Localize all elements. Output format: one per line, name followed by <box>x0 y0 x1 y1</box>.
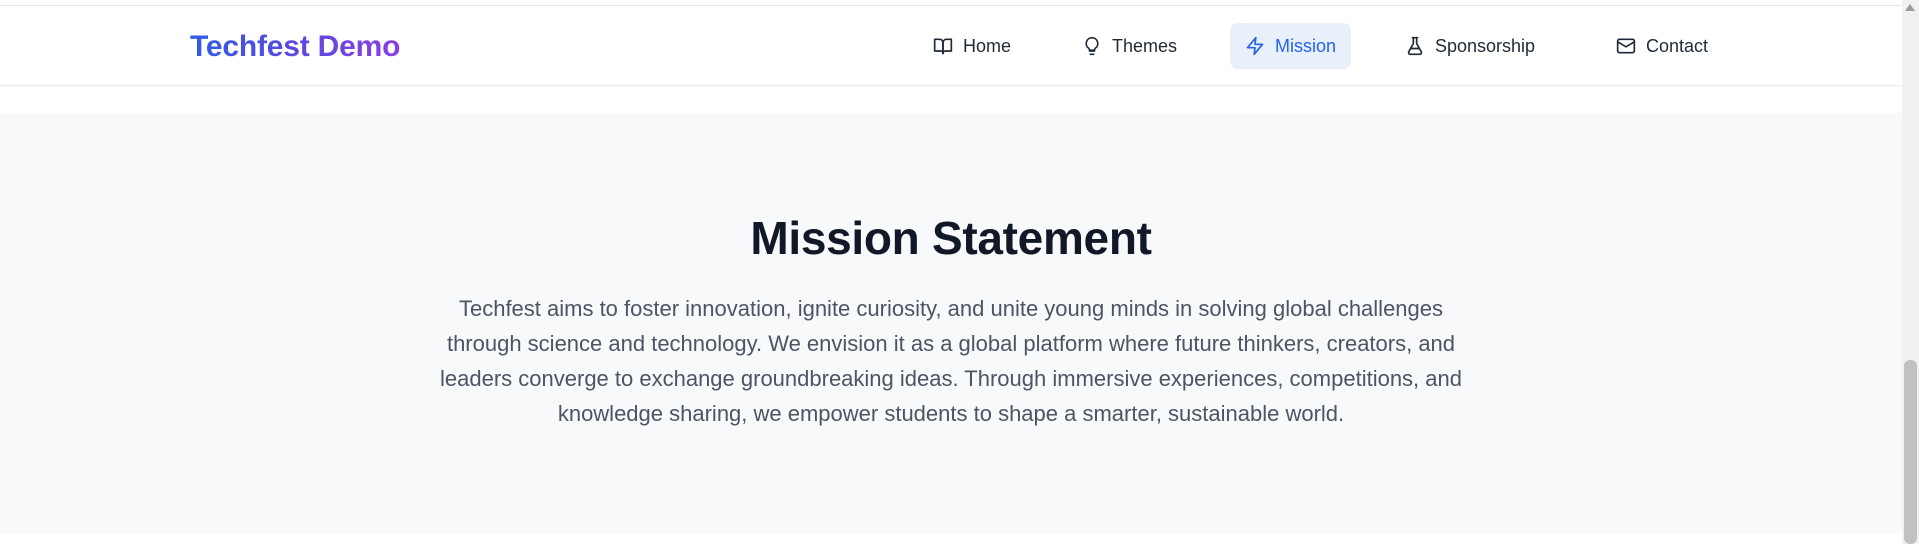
nav-item-label: Sponsorship <box>1435 35 1536 56</box>
nav-item-label: Home <box>963 35 1012 56</box>
zap-icon <box>1245 36 1265 56</box>
page: Techfest Demo Home Themes Mission Sponso… <box>0 0 1919 544</box>
nav-item-home[interactable]: Home <box>918 23 1026 69</box>
nav-item-label: Themes <box>1112 35 1178 56</box>
scrollbar-thumb[interactable] <box>1904 360 1917 544</box>
mission-section: Mission Statement Techfest aims to foste… <box>0 113 1902 533</box>
mail-icon <box>1616 36 1636 56</box>
nav-item-label: Contact <box>1646 35 1709 56</box>
nav-item-label: Mission <box>1275 35 1337 56</box>
book-open-icon <box>933 36 953 56</box>
nav-item-contact[interactable]: Contact <box>1601 23 1723 69</box>
scroll-up-arrow-icon[interactable] <box>1905 4 1915 11</box>
mission-paragraph: Techfest aims to foster innovation, igni… <box>440 296 1462 426</box>
vertical-scrollbar[interactable] <box>1902 0 1919 544</box>
lightbulb-icon <box>1082 36 1102 56</box>
navbar: Techfest Demo Home Themes Mission Sponso… <box>0 6 1902 86</box>
nav-item-themes[interactable]: Themes <box>1067 23 1192 69</box>
brand-logo[interactable]: Techfest Demo <box>190 30 400 64</box>
flask-icon <box>1405 36 1425 56</box>
nav-item-sponsorship[interactable]: Sponsorship <box>1390 23 1550 69</box>
nav-item-mission[interactable]: Mission <box>1230 23 1352 69</box>
section-title: Mission Statement <box>750 212 1152 264</box>
viewport: Techfest Demo Home Themes Mission Sponso… <box>0 0 1902 544</box>
